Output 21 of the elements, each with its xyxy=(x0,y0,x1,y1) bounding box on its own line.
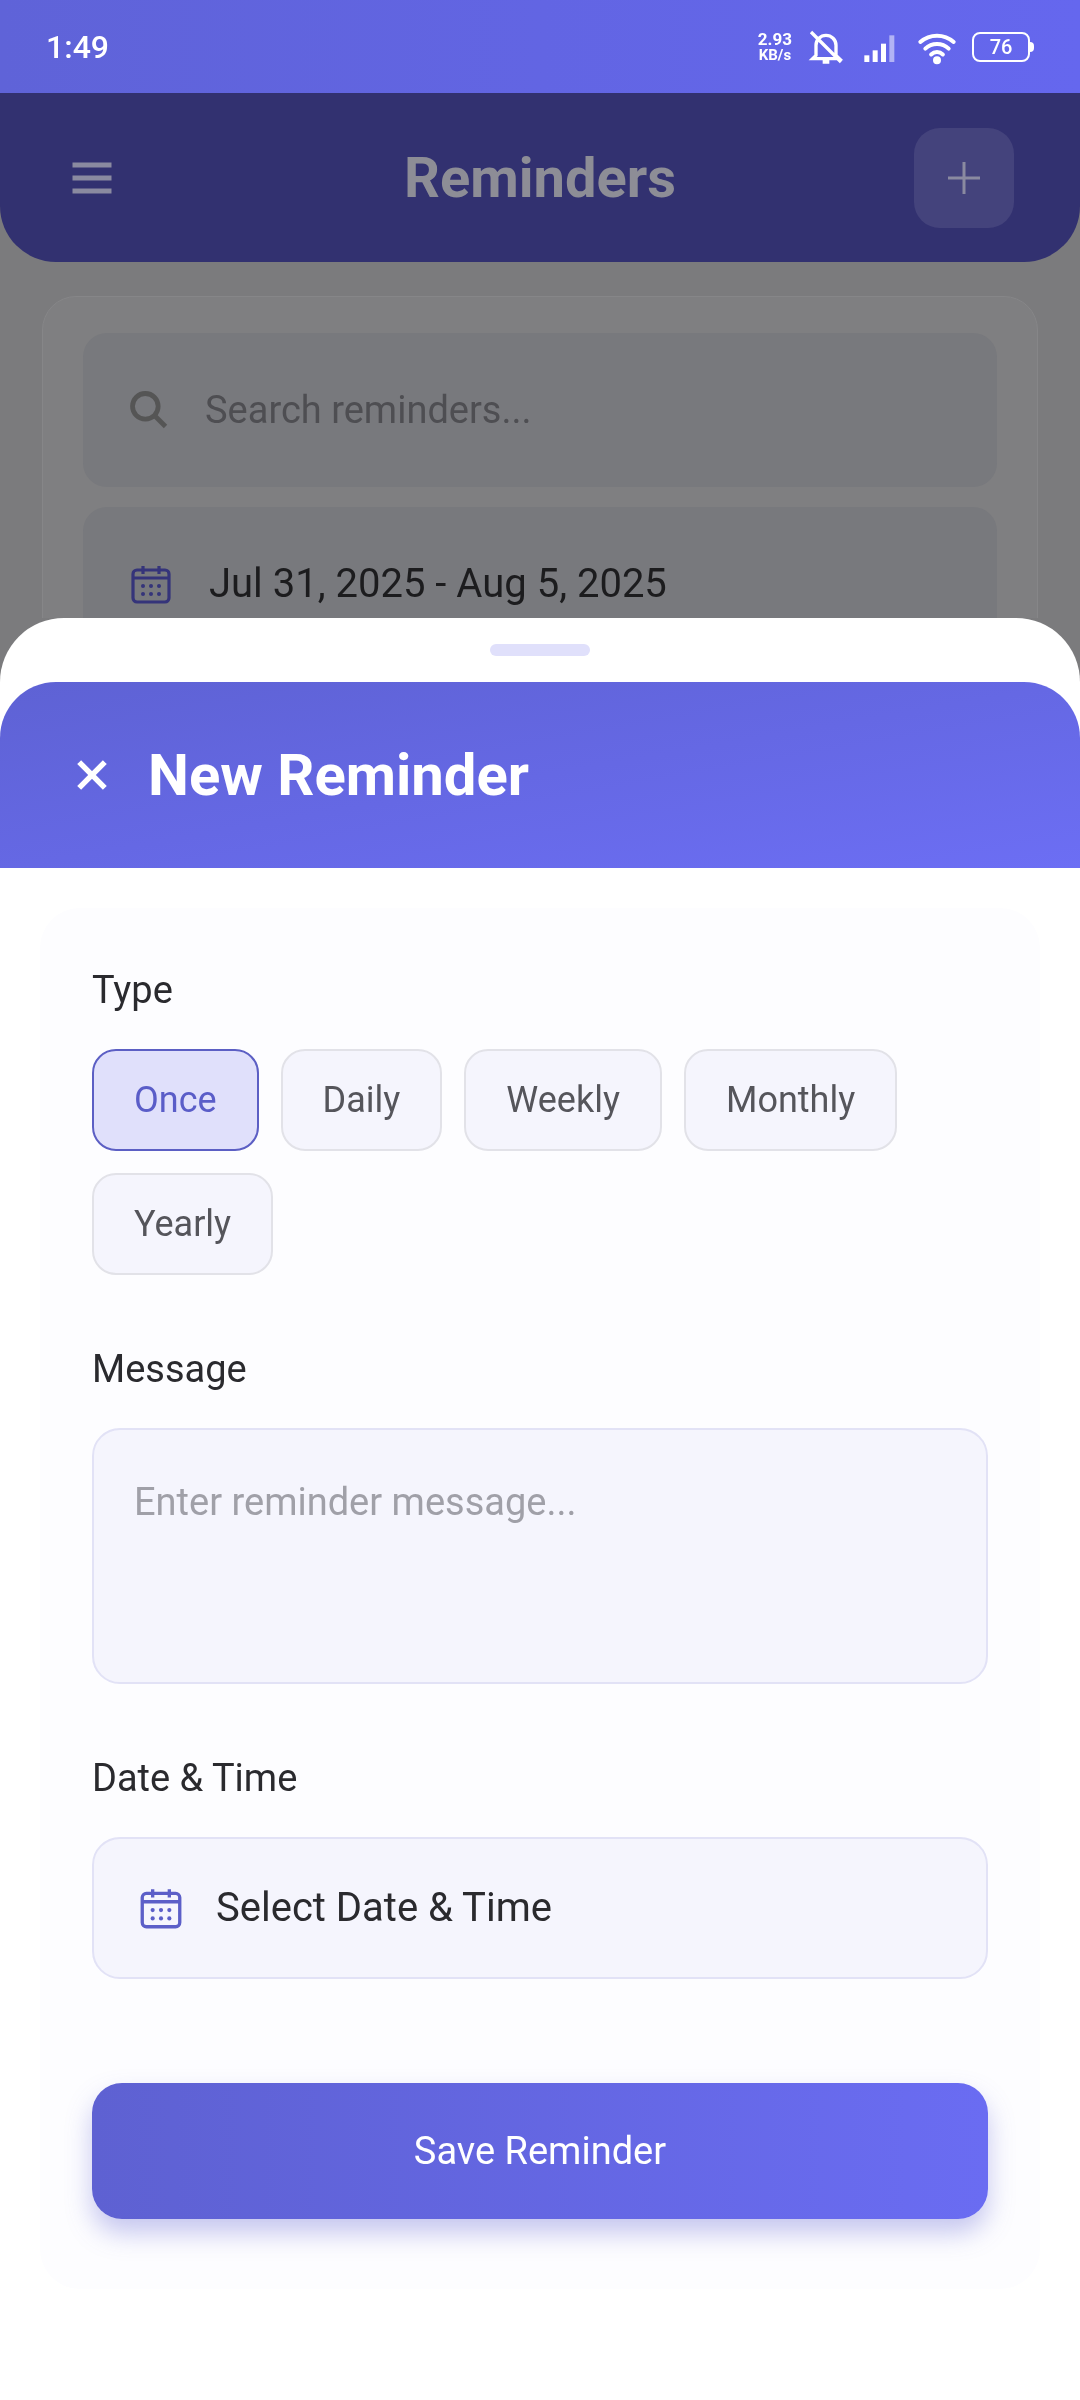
type-label: Type xyxy=(92,967,174,1014)
net-speed: 2.93 xyxy=(757,30,792,48)
net-unit: KB/s xyxy=(758,47,792,63)
type-chip[interactable]: Yearly xyxy=(92,1173,274,1275)
type-chip[interactable]: Monthly xyxy=(683,1049,898,1151)
date-range-text: Jul 31, 2025 - Aug 5, 2025 xyxy=(209,559,667,609)
message-field[interactable]: Enter reminder message... xyxy=(92,1428,988,1684)
datetime-button[interactable]: Select Date & Time xyxy=(92,1837,988,1979)
datetime-label: Date & Time xyxy=(92,1755,299,1802)
drag-handle[interactable] xyxy=(490,644,590,656)
type-chip[interactable]: Weekly xyxy=(464,1049,662,1151)
app-title: Reminders xyxy=(404,143,676,213)
save-button[interactable]: Save Reminder xyxy=(92,2083,988,2219)
date-range-field[interactable]: Jul 31, 2025 - Aug 5, 2025 xyxy=(83,507,997,618)
add-button[interactable] xyxy=(914,127,1014,228)
type-chip[interactable]: Daily xyxy=(280,1049,443,1151)
message-label: Message xyxy=(92,1346,248,1393)
type-chip[interactable]: Once xyxy=(92,1049,259,1151)
status-time: 1:49 xyxy=(46,26,109,68)
battery-indicator: 76 xyxy=(972,31,1034,62)
sheet-title: New Reminder xyxy=(148,739,530,811)
